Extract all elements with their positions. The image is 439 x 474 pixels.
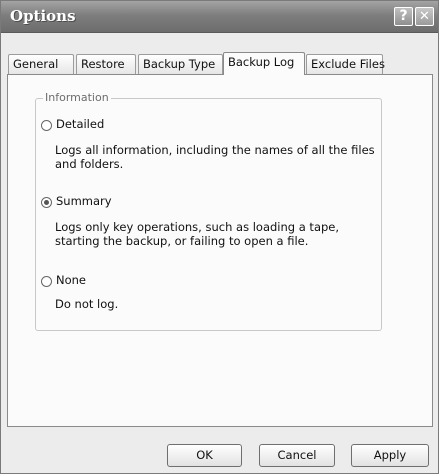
help-button[interactable]: ? xyxy=(394,7,413,26)
cancel-button[interactable]: Cancel xyxy=(259,444,335,467)
summary-description: Logs only key operations, such as loadin… xyxy=(55,220,340,248)
backup-log-panel: Information Detailed Logs all informatio… xyxy=(7,74,433,427)
detailed-label[interactable]: Detailed xyxy=(56,117,104,131)
detailed-description: Logs all information, including the name… xyxy=(55,143,375,171)
title-bar[interactable]: Options ? ✕ xyxy=(1,1,438,33)
apply-button[interactable]: Apply xyxy=(351,444,429,467)
close-button[interactable]: ✕ xyxy=(415,7,434,26)
none-label[interactable]: None xyxy=(56,273,86,287)
tab-backup-log[interactable]: Backup Log xyxy=(223,52,305,75)
tab-backup-type[interactable]: Backup Type xyxy=(138,54,223,74)
tab-restore[interactable]: Restore xyxy=(76,54,136,74)
ok-button[interactable]: OK xyxy=(167,444,242,467)
options-dialog: Options ? ✕ General Restore Backup Type … xyxy=(0,0,439,474)
information-group-label: Information xyxy=(43,91,111,104)
detailed-radio[interactable] xyxy=(41,120,52,131)
window-title: Options xyxy=(10,7,76,25)
summary-radio[interactable] xyxy=(41,197,52,208)
information-groupbox: Information Detailed Logs all informatio… xyxy=(35,91,382,331)
none-description: Do not log. xyxy=(55,297,119,311)
summary-label[interactable]: Summary xyxy=(56,194,112,208)
tab-general[interactable]: General xyxy=(8,54,74,74)
tab-strip: General Restore Backup Type Backup Log E… xyxy=(7,52,432,75)
tab-exclude-files[interactable]: Exclude Files xyxy=(306,54,385,74)
none-radio[interactable] xyxy=(41,276,52,287)
